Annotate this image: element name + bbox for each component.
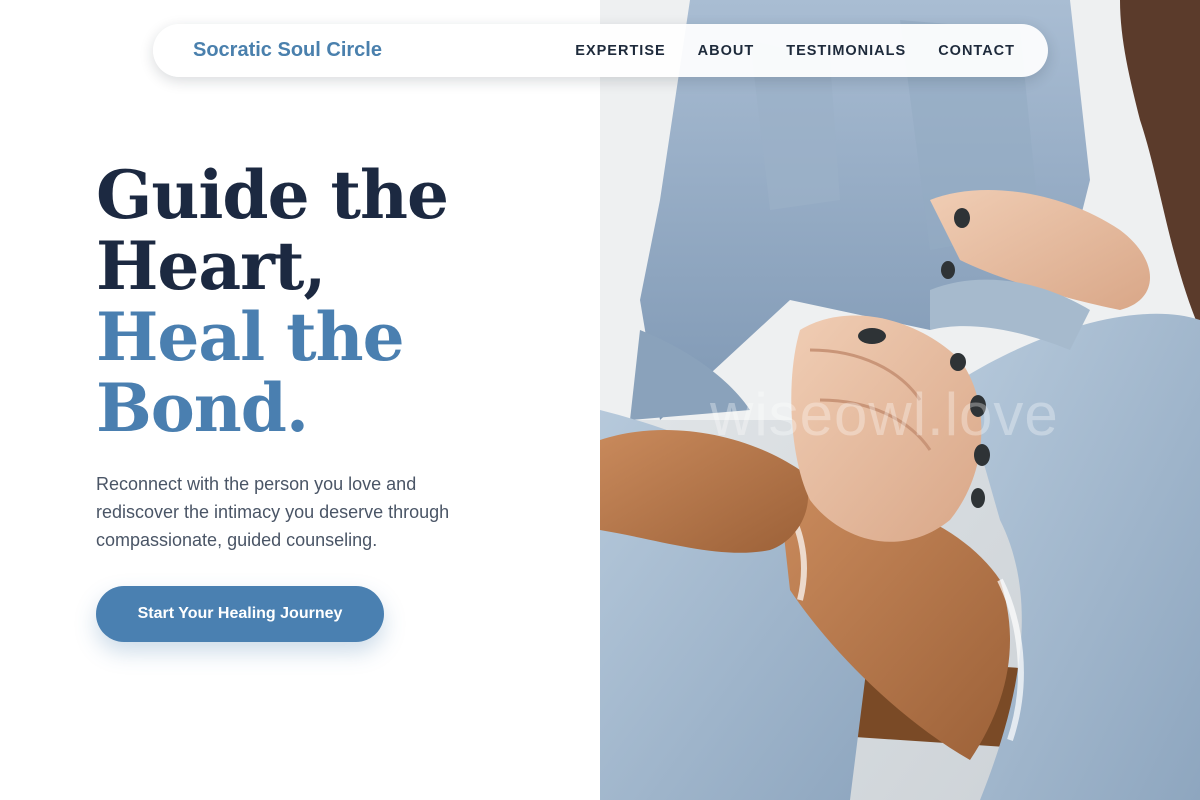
brand-logo-link[interactable]: Socratic Soul Circle [193, 39, 382, 62]
hero-heading-line-2: Heart, [96, 227, 326, 305]
hero-heading: Guide the Heart, Heal the Bond. [96, 160, 576, 444]
hero-subtitle: Reconnect with the person you love and r… [96, 474, 450, 550]
nav-link-testimonials[interactable]: TESTIMONIALS [786, 43, 906, 59]
hero-heading-line-3: Heal the [96, 298, 405, 376]
nav-link-about[interactable]: ABOUT [698, 43, 755, 59]
nav-links: EXPERTISE ABOUT TESTIMONIALS CONTACT [575, 43, 1015, 59]
photo-watermark: wiseowl.love [710, 381, 1059, 448]
nav-link-contact[interactable]: CONTACT [938, 43, 1015, 59]
start-healing-journey-button[interactable]: Start Your Healing Journey [96, 586, 384, 642]
hero-heading-line-1: Guide the [96, 156, 449, 234]
top-navigation: Socratic Soul Circle EXPERTISE ABOUT TES… [153, 24, 1048, 77]
hero-heading-line-4: Bond. [96, 369, 309, 447]
hero-photo: wiseowl.love [600, 0, 1200, 800]
nav-link-expertise[interactable]: EXPERTISE [575, 43, 665, 59]
